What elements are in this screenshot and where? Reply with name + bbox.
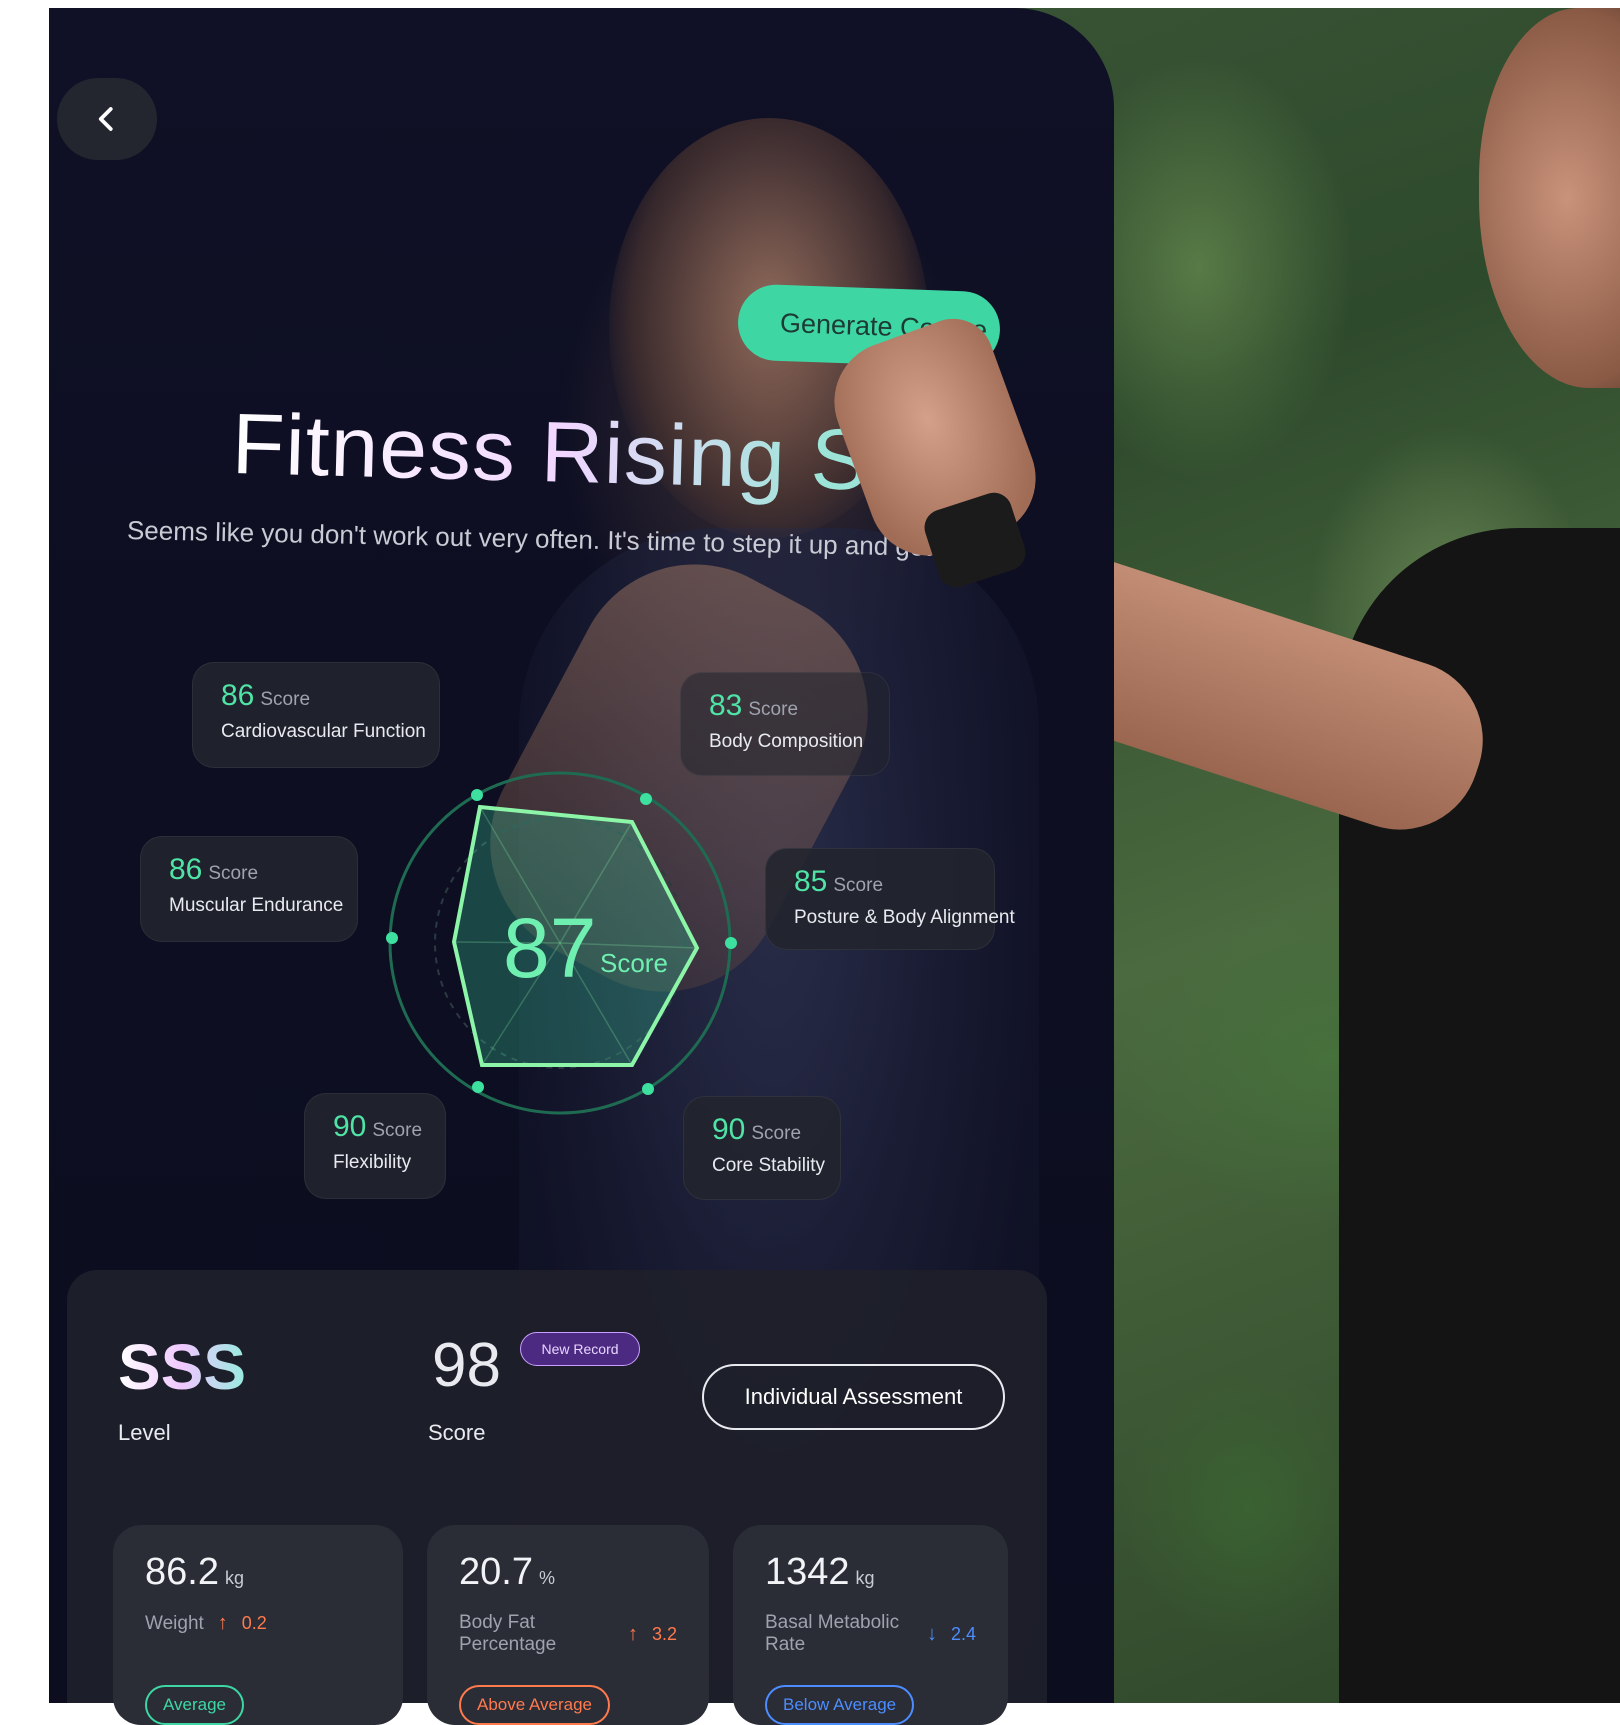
score-metric-name: Flexibility bbox=[333, 1152, 412, 1173]
score-card-cardiovascular[interactable]: 86 Score Cardiovascular Function bbox=[192, 662, 440, 768]
score-unit: Score bbox=[208, 863, 259, 884]
arrow-up-icon: ↑ bbox=[627, 1622, 638, 1645]
score-card-muscular-endurance[interactable]: 86 Score Muscular Endurance bbox=[140, 836, 358, 942]
stat-value: 20.7 bbox=[459, 1551, 533, 1593]
summary-score-label: Score bbox=[428, 1420, 486, 1445]
stat-unit: kg bbox=[855, 1568, 875, 1588]
score-metric-name: Core Stability bbox=[712, 1155, 825, 1176]
stat-value: 1342 bbox=[765, 1551, 850, 1593]
score-card-posture[interactable]: 85 Score Posture & Body Alignment bbox=[765, 848, 1015, 950]
arrow-up-icon: ↑ bbox=[217, 1612, 228, 1634]
new-record-badge: New Record bbox=[520, 1332, 640, 1366]
stat-card-weight[interactable]: 86.2 kg Weight ↑ 0.2 Average bbox=[113, 1525, 403, 1725]
score-unit: Score bbox=[751, 1123, 802, 1144]
status-badge: Above Average bbox=[459, 1685, 610, 1725]
score-value: 86 bbox=[221, 679, 255, 712]
score-unit: Score bbox=[833, 875, 884, 896]
overall-score-value: 87 bbox=[503, 901, 597, 995]
person-head bbox=[1479, 8, 1620, 388]
overall-score-label: Score bbox=[600, 948, 668, 978]
stat-unit: % bbox=[538, 1568, 555, 1588]
score-value: 85 bbox=[794, 865, 828, 898]
summary-score-value: 98 bbox=[432, 1331, 501, 1400]
arrow-down-icon: ↓ bbox=[926, 1622, 937, 1645]
stat-delta: 3.2 bbox=[651, 1623, 677, 1644]
stat-delta: 0.2 bbox=[241, 1613, 267, 1633]
stat-label: Basal Metabolic Rate bbox=[765, 1612, 900, 1655]
score-value: 83 bbox=[709, 689, 743, 722]
score-value: 90 bbox=[333, 1110, 367, 1143]
score-metric-name: Muscular Endurance bbox=[169, 895, 344, 916]
score-metric-name: Cardiovascular Function bbox=[221, 721, 426, 742]
stat-card-bmr[interactable]: 1342 kg Basal Metabolic Rate ↓ 2.4 Below … bbox=[733, 1525, 1008, 1725]
stat-value: 86.2 bbox=[145, 1551, 219, 1593]
level-value: SSS bbox=[118, 1331, 247, 1403]
chevron-left-icon bbox=[98, 107, 113, 131]
score-unit: Score bbox=[748, 699, 799, 720]
score-metric-name: Body Composition bbox=[709, 731, 864, 752]
status-badge: Average bbox=[145, 1685, 245, 1725]
stat-unit: kg bbox=[224, 1568, 244, 1588]
score-value: 86 bbox=[169, 853, 203, 886]
stat-delta: 2.4 bbox=[950, 1623, 976, 1644]
stat-label: Body Fat Percentage bbox=[459, 1612, 557, 1655]
stat-card-body-fat[interactable]: 20.7% Body Fat Percentage ↑ 3.2 Above Av… bbox=[427, 1525, 709, 1725]
level-label: Level bbox=[118, 1420, 171, 1445]
score-metric-name: Posture & Body Alignment bbox=[794, 907, 1015, 928]
score-unit: Score bbox=[260, 689, 311, 710]
back-button[interactable] bbox=[57, 78, 157, 160]
individual-assessment-button[interactable]: Individual Assessment bbox=[702, 1364, 1005, 1430]
status-badge: Below Average bbox=[765, 1685, 915, 1725]
stat-label: Weight bbox=[145, 1612, 204, 1634]
